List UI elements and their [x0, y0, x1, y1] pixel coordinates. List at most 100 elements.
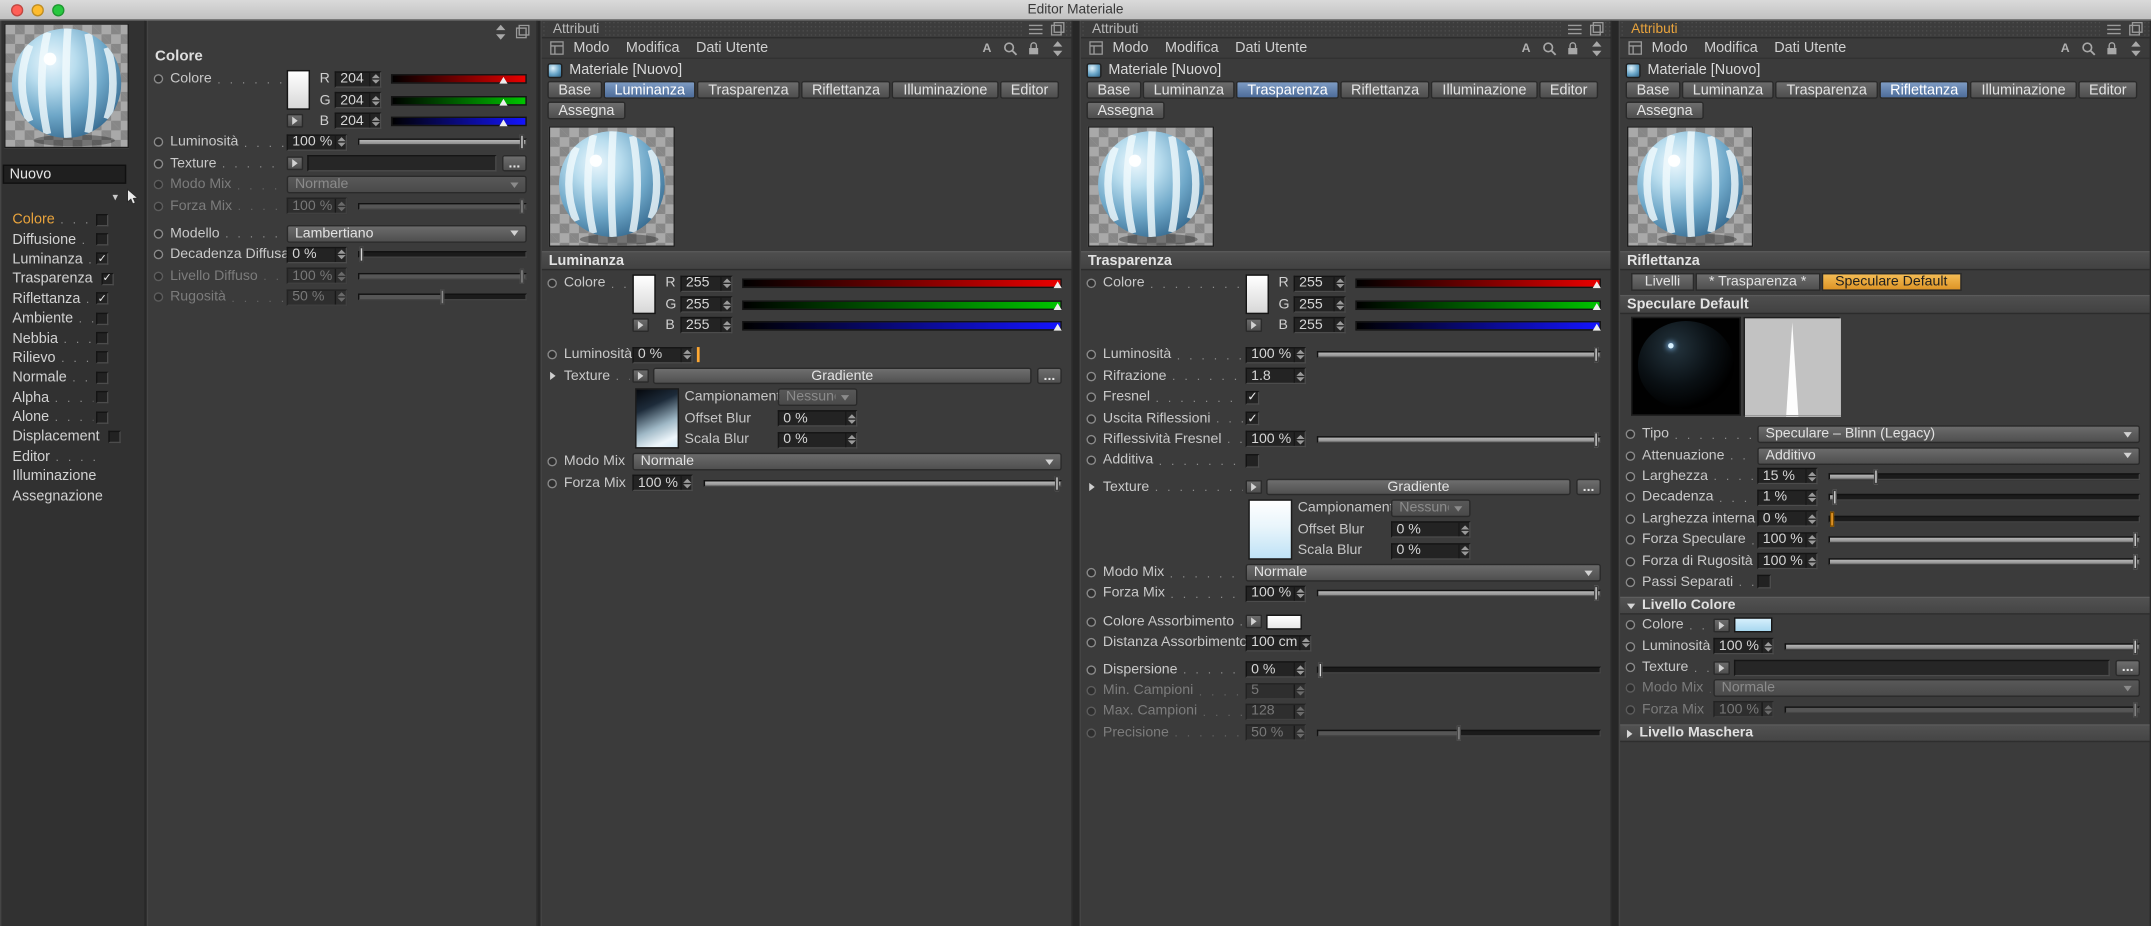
- pick-cursor-icon[interactable]: [122, 187, 140, 204]
- tab-assegna[interactable]: Assegna: [1625, 101, 1704, 120]
- channel-checkbox[interactable]: [96, 213, 109, 226]
- panel-layout-icon[interactable]: [1587, 21, 1605, 37]
- r-value-spinner[interactable]: 255: [1293, 275, 1346, 292]
- channel-item-rilievo[interactable]: Rilievo: [1, 348, 144, 368]
- tab-luminanza[interactable]: Luminanza: [1681, 80, 1775, 99]
- fresnel-checkbox[interactable]: ✓: [1245, 390, 1260, 405]
- gradient-preview[interactable]: [1248, 499, 1293, 560]
- scala-blur-spinner[interactable]: 0 %: [777, 431, 858, 449]
- texture-shader-button[interactable]: Gradiente: [1266, 479, 1571, 496]
- g-slider[interactable]: [742, 299, 1062, 310]
- search-icon[interactable]: [1541, 40, 1559, 56]
- tab-riflettanza[interactable]: Riflettanza: [1340, 80, 1431, 99]
- material-preview[interactable]: [1626, 126, 1754, 247]
- spinner-arrows-icon[interactable]: [369, 72, 380, 86]
- expand-triangle-icon[interactable]: [1626, 729, 1633, 738]
- expand-color-arrow-icon[interactable]: [1245, 615, 1263, 629]
- luminosita-slider[interactable]: [358, 134, 527, 151]
- tab-editor[interactable]: Editor: [1538, 80, 1599, 99]
- luminosita-slider[interactable]: [1784, 638, 2141, 654]
- decadenza-diffusa-spinner[interactable]: 0 %: [286, 246, 348, 264]
- spinner-arrows-icon[interactable]: [369, 114, 380, 129]
- specular-curve-graph[interactable]: [1743, 316, 1841, 418]
- channel-item-riflettanza[interactable]: Riflettanza ✓: [1, 289, 144, 309]
- tab-base[interactable]: Base: [547, 80, 603, 99]
- filter-a-icon[interactable]: A: [2056, 40, 2074, 56]
- panel-layout-icon[interactable]: [2126, 21, 2144, 37]
- color-swatch[interactable]: [1245, 274, 1269, 315]
- channel-item-trasparenza[interactable]: Trasparenza ✓: [1, 269, 144, 289]
- forza-rugosita-spinner[interactable]: 100 %: [1757, 552, 1818, 570]
- precisione-spinner[interactable]: 50 %: [1245, 724, 1306, 742]
- group-header-livello-colore[interactable]: Livello Colore: [1620, 596, 2150, 615]
- channel-item-colore[interactable]: Colore: [1, 210, 144, 230]
- layer-tab-trasparenza[interactable]: * Trasparenza *: [1695, 272, 1821, 291]
- decadenza-slider[interactable]: [1828, 490, 2141, 506]
- texture-browse-button[interactable]: ...: [2115, 659, 2141, 676]
- history-arrows-icon[interactable]: [1048, 40, 1066, 56]
- window-close-button[interactable]: [10, 4, 24, 17]
- texture-field[interactable]: [1733, 659, 2110, 676]
- livello-diffuso-slider[interactable]: [358, 268, 527, 284]
- modo-mix-dropdown[interactable]: Normale: [1245, 563, 1601, 582]
- material-preview[interactable]: [548, 126, 675, 247]
- luminosita-spinner[interactable]: 100 %: [286, 134, 348, 151]
- larghezza-interna-slider[interactable]: [1828, 511, 2141, 527]
- material-preview[interactable]: [1087, 126, 1215, 247]
- tab-illuminazione[interactable]: Illuminazione: [1431, 80, 1538, 99]
- luminosita-spinner[interactable]: 0 %: [632, 346, 693, 364]
- g-slider[interactable]: [390, 95, 527, 106]
- expand-triangle-icon[interactable]: [550, 372, 556, 381]
- channel-item-alone[interactable]: Alone: [1, 407, 144, 427]
- b-value-spinner[interactable]: 255: [1293, 317, 1346, 334]
- distanza-assorbimento-spinner[interactable]: 100 cm: [1245, 634, 1312, 652]
- menu-modo[interactable]: Modo: [1104, 40, 1156, 56]
- precisione-slider[interactable]: [1316, 725, 1601, 741]
- forza-mix-spinner[interactable]: 100 %: [286, 197, 348, 215]
- spinner-arrows-icon[interactable]: [369, 93, 380, 108]
- channel-item-ambiente[interactable]: Ambiente: [1, 309, 144, 329]
- window-zoom-button[interactable]: [52, 4, 65, 17]
- g-slider[interactable]: [1355, 299, 1601, 310]
- g-value-spinner[interactable]: 204: [334, 92, 382, 109]
- color-swatch[interactable]: [632, 274, 656, 315]
- additiva-checkbox[interactable]: [1245, 453, 1260, 468]
- forza-mix-spinner[interactable]: 100 %: [1713, 701, 1774, 718]
- passi-separati-checkbox[interactable]: [1757, 575, 1772, 590]
- b-slider[interactable]: [1355, 320, 1601, 331]
- b-slider[interactable]: [742, 320, 1062, 331]
- texture-browse-button[interactable]: ...: [1037, 367, 1062, 385]
- larghezza-spinner[interactable]: 15 %: [1757, 468, 1818, 485]
- channel-checkbox[interactable]: [96, 312, 109, 325]
- campionamento-dropdown[interactable]: Nessuno: [777, 388, 858, 407]
- channel-checkbox[interactable]: [96, 410, 109, 424]
- channel-item-normale[interactable]: Normale: [1, 368, 144, 388]
- attribute-mode-icon[interactable]: [547, 40, 565, 56]
- menu-modifica[interactable]: Modifica: [1157, 40, 1227, 56]
- channel-item-assegnazione[interactable]: Assegnazione: [1, 486, 144, 506]
- channel-item-nebbia[interactable]: Nebbia: [1, 328, 144, 348]
- texture-field[interactable]: [307, 155, 497, 172]
- tab-base[interactable]: Base: [1625, 80, 1681, 99]
- expand-color-arrow-icon[interactable]: [286, 113, 304, 128]
- texture-arrow-icon[interactable]: [286, 156, 304, 171]
- lock-icon[interactable]: [1025, 40, 1043, 56]
- sort-arrows-icon[interactable]: [491, 23, 509, 40]
- material-preview[interactable]: [4, 23, 129, 149]
- panel-menu-icon[interactable]: [2104, 21, 2122, 37]
- menu-modifica[interactable]: Modifica: [618, 40, 688, 56]
- menu-dati-utente[interactable]: Dati Utente: [688, 40, 777, 56]
- layer-tab-livelli[interactable]: Livelli: [1631, 272, 1694, 291]
- channel-checkbox[interactable]: [96, 371, 109, 384]
- attenuazione-dropdown[interactable]: Additivo: [1757, 446, 2141, 465]
- layout-grid-icon[interactable]: [513, 23, 531, 39]
- layer-tab-speculare-default[interactable]: Speculare Default: [1821, 272, 1962, 291]
- channel-item-displacement[interactable]: Displacement: [1, 427, 144, 447]
- rugosita-slider[interactable]: [358, 289, 527, 305]
- rifrazione-spinner[interactable]: 1.8: [1245, 367, 1306, 385]
- luminosita-spinner[interactable]: 100 %: [1245, 346, 1306, 364]
- history-arrows-icon[interactable]: [2126, 40, 2144, 56]
- modo-mix-dropdown[interactable]: Normale: [1713, 679, 2141, 698]
- tab-luminanza[interactable]: Luminanza: [603, 80, 696, 99]
- channel-checkbox[interactable]: ✓: [96, 293, 109, 305]
